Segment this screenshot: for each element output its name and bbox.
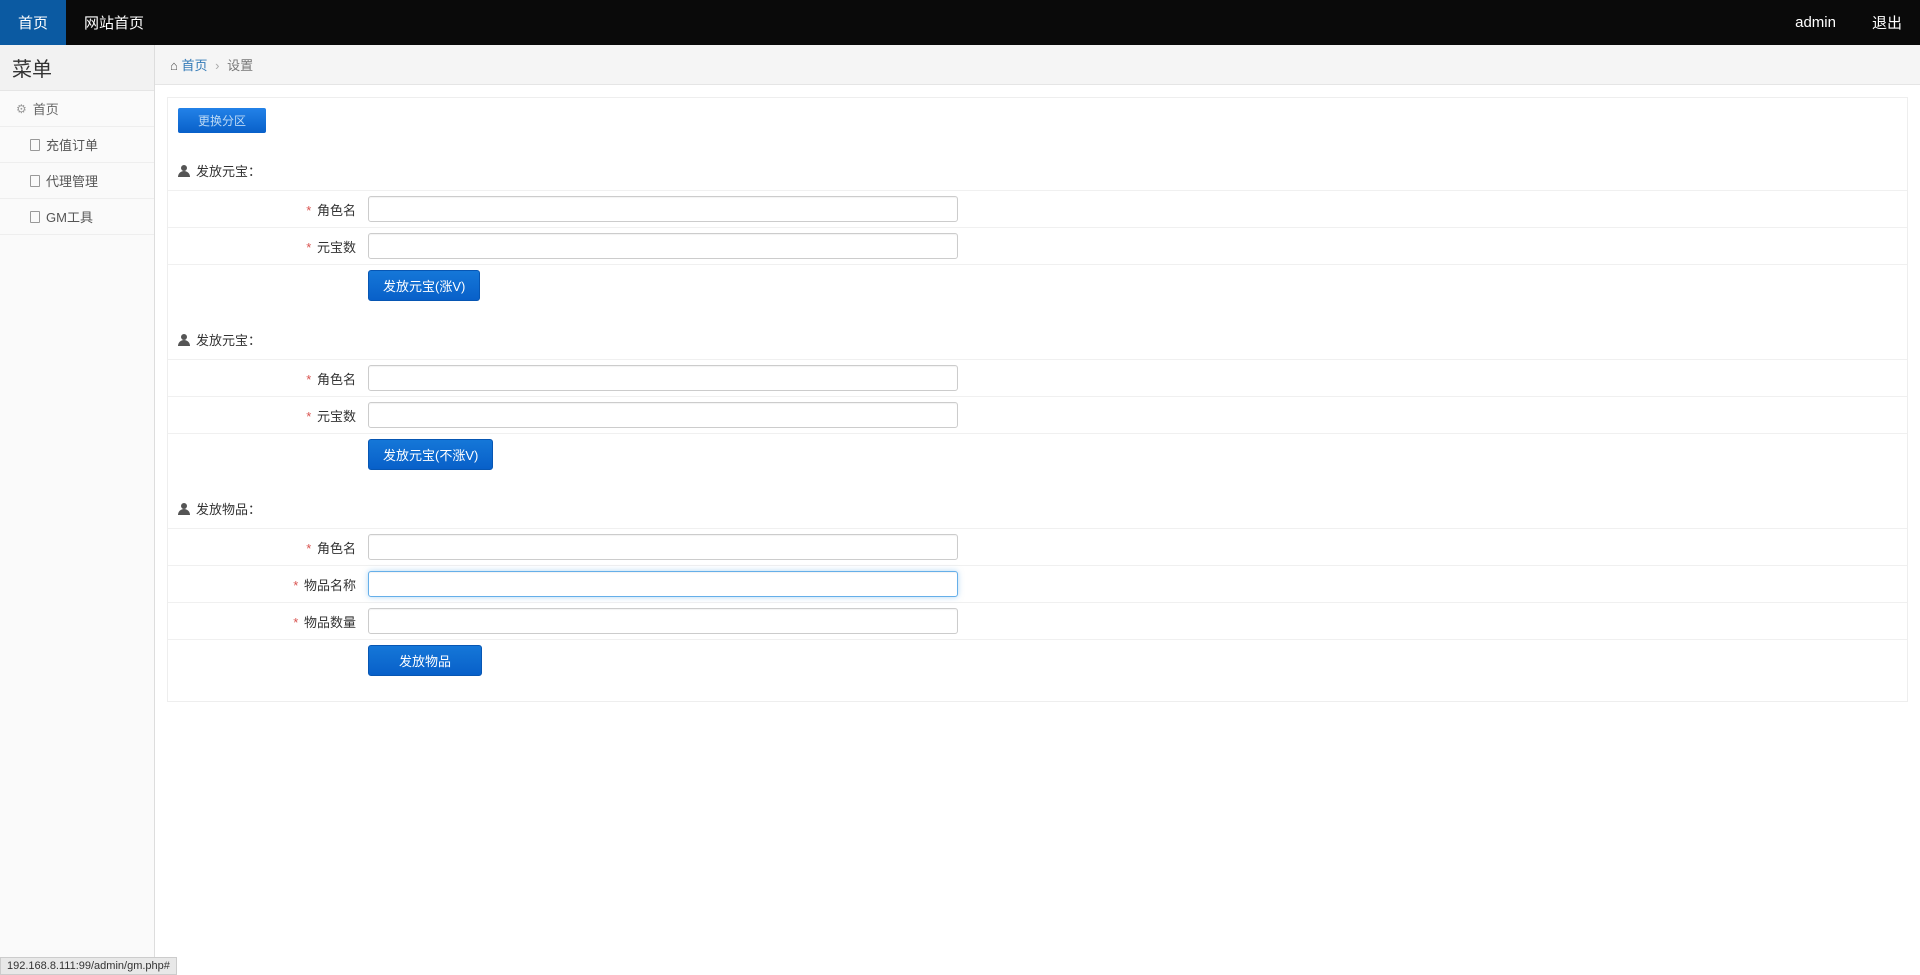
submit-yuanbao-novip-button[interactable]: 发放元宝(不涨V) — [368, 439, 493, 470]
status-bar: 192.168.8.111:99/admin/gm.php# — [0, 957, 177, 975]
panel: 更换分区 发放元宝： * 角色名 * 元宝数 发放元宝(涨V) — [167, 97, 1908, 702]
form-label-rolename: * 角色名 — [168, 369, 368, 388]
form-row-submit: 发放物品 — [168, 639, 1907, 681]
breadcrumb-current: 设置 — [227, 58, 253, 73]
sidebar-item-label: 代理管理 — [46, 171, 98, 190]
item-count-input[interactable] — [368, 608, 958, 634]
form-label-yuanbao: * 元宝数 — [168, 237, 368, 256]
sidebar-item-agent[interactable]: 代理管理 — [0, 163, 154, 198]
home-icon: ⌂ — [170, 58, 178, 73]
sidebar-group-home[interactable]: ⚙ 首页 — [0, 91, 154, 126]
form-row: * 角色名 — [168, 190, 1907, 227]
person-icon — [178, 503, 190, 515]
file-icon — [30, 175, 40, 187]
section-header-item: 发放物品： — [168, 489, 1907, 528]
rolename-input-3[interactable] — [368, 534, 958, 560]
nav-home[interactable]: 首页 — [0, 0, 66, 45]
submit-item-button[interactable]: 发放物品 — [368, 645, 482, 676]
navbar-right: admin 退出 — [1777, 0, 1920, 45]
form-row: * 物品数量 — [168, 602, 1907, 639]
top-navbar: 首页 网站首页 admin 退出 — [0, 0, 1920, 45]
yuanbao-count-input-2[interactable] — [368, 402, 958, 428]
sidebar-menu: ⚙ 首页 充值订单 代理管理 GM工具 — [0, 91, 154, 235]
form-label-yuanbao: * 元宝数 — [168, 406, 368, 425]
breadcrumb: ⌂ 首页 › 设置 — [155, 45, 1920, 85]
breadcrumb-home[interactable]: 首页 — [181, 58, 207, 73]
form-row: * 物品名称 — [168, 565, 1907, 602]
form-label-itemname: * 物品名称 — [168, 575, 368, 594]
person-icon — [178, 165, 190, 177]
sidebar-title: 菜单 — [0, 45, 154, 91]
form-label-itemcount: * 物品数量 — [168, 612, 368, 631]
breadcrumb-sep: › — [215, 58, 219, 73]
form-row: * 元宝数 — [168, 227, 1907, 264]
nav-logout[interactable]: 退出 — [1854, 0, 1920, 45]
sidebar-item-gmtools[interactable]: GM工具 — [0, 199, 154, 234]
form-row: * 角色名 — [168, 359, 1907, 396]
sidebar-group-label: 首页 — [33, 99, 59, 118]
person-icon — [178, 334, 190, 346]
rolename-input[interactable] — [368, 196, 958, 222]
form-row: * 角色名 — [168, 528, 1907, 565]
form-row-submit: 发放元宝(不涨V) — [168, 433, 1907, 475]
submit-yuanbao-vipup-button[interactable]: 发放元宝(涨V) — [368, 270, 480, 301]
form-label-rolename: * 角色名 — [168, 538, 368, 557]
section-title: 发放元宝： — [196, 161, 261, 180]
nav-user[interactable]: admin — [1777, 0, 1854, 45]
yuanbao-count-input[interactable] — [368, 233, 958, 259]
navbar-left: 首页 网站首页 — [0, 0, 162, 45]
change-partition-button[interactable]: 更换分区 — [178, 108, 266, 133]
rolename-input-2[interactable] — [368, 365, 958, 391]
file-icon — [30, 139, 40, 151]
sidebar-item-label: 充值订单 — [46, 135, 98, 154]
sidebar: 菜单 ⚙ 首页 充值订单 代理管理 GM工具 — [0, 45, 155, 975]
section-header-yuanbao1: 发放元宝： — [168, 151, 1907, 190]
gear-icon: ⚙ — [16, 102, 27, 116]
section-title: 发放物品： — [196, 499, 261, 518]
form-label-rolename: * 角色名 — [168, 200, 368, 219]
item-name-input[interactable] — [368, 571, 958, 597]
sidebar-item-label: GM工具 — [46, 207, 93, 226]
form-row: * 元宝数 — [168, 396, 1907, 433]
section-header-yuanbao2: 发放元宝： — [168, 320, 1907, 359]
sidebar-item-recharge[interactable]: 充值订单 — [0, 127, 154, 162]
main-content: ⌂ 首页 › 设置 更换分区 发放元宝： * 角色名 * 元宝数 发放元宝(涨V… — [155, 45, 1920, 714]
form-row-submit: 发放元宝(涨V) — [168, 264, 1907, 306]
section-title: 发放元宝： — [196, 330, 261, 349]
content-wrap: 更换分区 发放元宝： * 角色名 * 元宝数 发放元宝(涨V) — [155, 85, 1920, 714]
file-icon — [30, 211, 40, 223]
nav-website-home[interactable]: 网站首页 — [66, 0, 162, 45]
